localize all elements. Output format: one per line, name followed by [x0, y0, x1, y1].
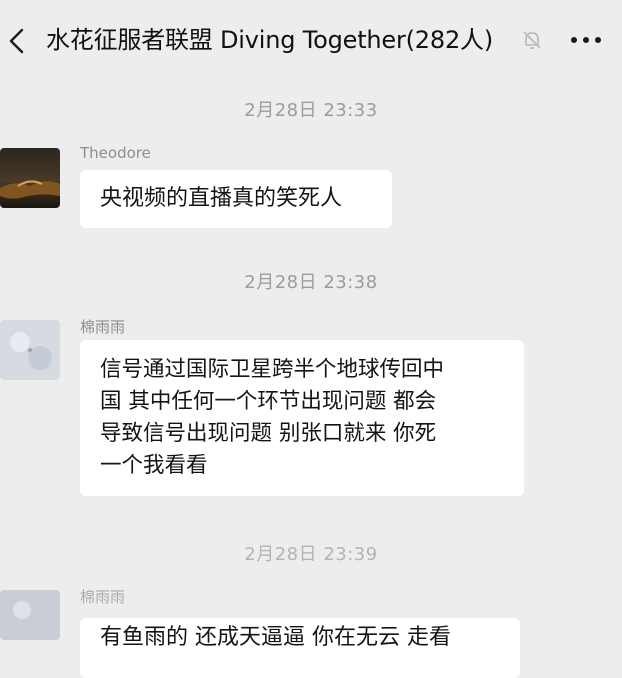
sender-name: 棉雨雨	[80, 588, 126, 606]
chat-header: 水花征服者联盟 Diving Together(282人)	[0, 0, 622, 80]
message-text-line: 一个我看看	[100, 453, 208, 478]
avatar[interactable]	[0, 590, 60, 640]
sender-name: 棉雨雨	[80, 318, 126, 336]
message-text-line: 导致信号出现问题 别张口就来 你死	[100, 421, 437, 446]
more-horizontal-icon[interactable]	[568, 28, 604, 52]
chevron-left-icon[interactable]	[4, 24, 30, 58]
message-bubble[interactable]: 有鱼雨的 还成天逼逼 你在无云 走看	[80, 618, 520, 678]
message-text-line: 国 其中任何一个环节出现问题 都会	[100, 389, 437, 414]
message-bubble[interactable]: 信号通过国际卫星跨半个地球传回中 国 其中任何一个环节出现问题 都会 导致信号出…	[80, 340, 524, 496]
message-text-line: 信号通过国际卫星跨半个地球传回中	[100, 357, 445, 382]
message-timestamp: 2月28日 23:38	[244, 272, 378, 293]
message-text: 有鱼雨的 还成天逼逼 你在无云 走看	[100, 625, 451, 650]
chat-title: 水花征服者联盟 Diving Together(282人)	[46, 26, 493, 54]
message-text: 央视频的直播真的笑死人	[100, 186, 343, 211]
bell-off-icon	[523, 31, 541, 49]
sender-name: Theodore	[80, 144, 151, 162]
avatar[interactable]	[0, 148, 60, 208]
message-bubble[interactable]: 央视频的直播真的笑死人	[80, 170, 392, 228]
message-timestamp: 2月28日 23:39	[244, 544, 378, 565]
message-timestamp: 2月28日 23:33	[244, 100, 378, 121]
avatar[interactable]	[0, 320, 60, 380]
